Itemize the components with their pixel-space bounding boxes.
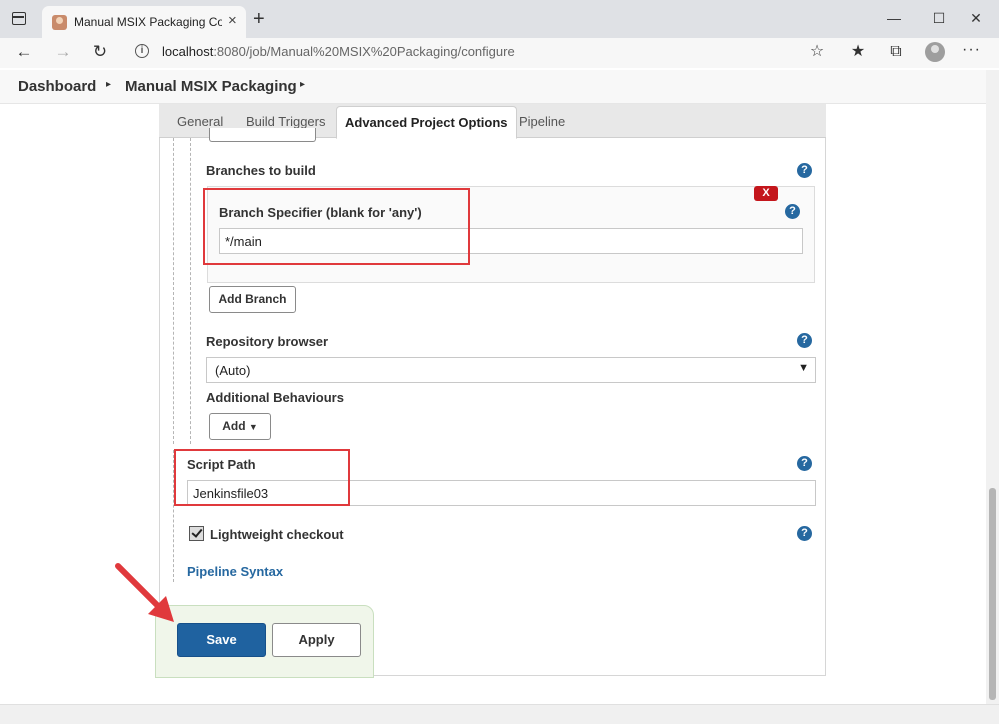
breadcrumb-job[interactable]: Manual MSIX Packaging (125, 78, 297, 95)
annotation-arrow-icon (115, 563, 174, 622)
jenkins-favicon-icon (52, 15, 67, 30)
back-button[interactable]: ← (12, 41, 36, 63)
new-tab-icon[interactable]: + (253, 8, 265, 30)
help-icon[interactable]: ? (797, 456, 812, 471)
branches-to-build-label: Branches to build (206, 163, 316, 178)
delete-branch-button[interactable]: X (754, 186, 778, 201)
url-host: localhost (162, 44, 214, 59)
add-behaviour-button[interactable]: Add ▼ (209, 413, 271, 440)
tab-actions-icon[interactable] (12, 12, 26, 25)
repository-browser-select[interactable]: (Auto) ▼ (206, 357, 816, 383)
apply-button[interactable]: Apply (272, 623, 361, 657)
maximize-button[interactable]: ☐ (924, 8, 954, 28)
address-toolbar: ← → ↻ i localhost:8080/job/Manual%20MSIX… (0, 38, 999, 68)
pipeline-syntax-link[interactable]: Pipeline Syntax (187, 564, 283, 579)
section-guide-outer (173, 138, 174, 444)
forward-button[interactable]: → (51, 41, 75, 63)
tab-close-icon[interactable]: × (228, 12, 237, 30)
page-scrollbar[interactable] (986, 70, 999, 704)
tab-pipeline[interactable]: Pipeline (519, 114, 565, 129)
minimize-button[interactable]: — (879, 8, 909, 28)
highlight-box-branch (203, 188, 470, 265)
site-info-icon[interactable]: i (135, 44, 149, 58)
breadcrumb-chevron-icon[interactable]: ▸ (300, 79, 305, 90)
help-icon[interactable]: ? (797, 163, 812, 178)
repository-browser-value: (Auto) (215, 363, 251, 378)
save-button[interactable]: Save (177, 623, 266, 657)
collections-icon[interactable]: ⧉ (884, 42, 908, 62)
repository-browser-label: Repository browser (206, 334, 329, 349)
previous-section-button[interactable] (209, 128, 316, 142)
add-branch-button[interactable]: Add Branch (209, 286, 296, 313)
favorites-icon[interactable]: ★ (846, 42, 870, 62)
tab-title: Manual MSIX Packaging Config (74, 15, 222, 29)
help-icon[interactable]: ? (797, 333, 812, 348)
bottom-edge (0, 704, 999, 724)
lightweight-checkout-checkbox[interactable] (189, 526, 204, 541)
profile-icon[interactable] (925, 42, 945, 62)
help-icon[interactable]: ? (785, 204, 800, 219)
tab-general[interactable]: General (177, 114, 223, 129)
breadcrumb-chevron-icon[interactable]: ▸ (106, 79, 111, 90)
section-guide-inner (190, 138, 191, 444)
address-input[interactable]: localhost:8080/job/Manual%20MSIX%20Packa… (162, 44, 515, 59)
url-path: :8080/job/Manual%20MSIX%20Packaging/conf… (213, 44, 515, 59)
highlight-box-script-path (174, 449, 350, 506)
breadcrumb-dashboard[interactable]: Dashboard (18, 78, 96, 95)
refresh-button[interactable]: ↻ (88, 41, 112, 63)
tab-advanced-project-options[interactable]: Advanced Project Options (336, 106, 517, 139)
config-page: General Build Triggers Advanced Project … (0, 104, 986, 704)
scrollbar-thumb[interactable] (989, 488, 996, 700)
add-behaviour-label: Add (222, 419, 246, 433)
help-icon[interactable]: ? (797, 526, 812, 541)
chevron-down-icon: ▼ (798, 362, 809, 374)
additional-behaviours-label: Additional Behaviours (206, 390, 344, 405)
tab-build-triggers[interactable]: Build Triggers (246, 114, 325, 129)
lightweight-checkout-label: Lightweight checkout (210, 527, 344, 542)
caret-down-icon: ▼ (248, 422, 258, 432)
more-icon[interactable]: ··· (962, 41, 981, 59)
breadcrumb: Dashboard ▸ Manual MSIX Packaging ▸ (0, 70, 999, 104)
close-window-button[interactable]: ✕ (961, 8, 991, 28)
browser-titlebar: Manual MSIX Packaging Config × + — ☐ ✕ (0, 0, 999, 38)
browser-tab[interactable]: Manual MSIX Packaging Config × (42, 6, 246, 38)
favorite-add-icon[interactable]: ☆ (805, 42, 829, 62)
